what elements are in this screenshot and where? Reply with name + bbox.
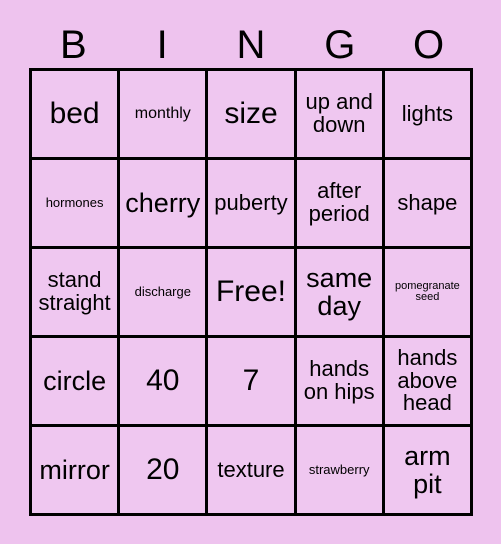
bingo-cell-label: 7	[242, 364, 260, 398]
bingo-cell-label: 40	[146, 364, 180, 398]
bingo-cell-label: bed	[49, 97, 100, 131]
bingo-cell-i4[interactable]: 40	[120, 338, 209, 427]
header-letter-o: O	[413, 23, 445, 67]
bingo-cell-label: shape	[397, 189, 458, 215]
header-letter-b: B	[60, 23, 87, 67]
bingo-cell-n5[interactable]: texture	[208, 427, 297, 516]
bingo-cell-i2[interactable]: cherry	[120, 160, 209, 249]
bingo-cell-g4[interactable]: hands on hips	[296, 338, 385, 427]
bingo-cell-b5[interactable]: mirror	[32, 427, 121, 516]
bingo-cell-i3[interactable]: discharge	[120, 249, 209, 338]
bingo-cell-label: hormones	[45, 195, 104, 211]
bingo-cell-label: texture	[217, 456, 285, 482]
bingo-cell-b3[interactable]: stand straight	[32, 249, 121, 338]
bingo-cell-b2[interactable]: hormones	[32, 160, 121, 249]
bingo-cell-label: up and down	[305, 89, 373, 137]
bingo-cell-label: hands above head	[397, 344, 458, 416]
bingo-cell-label: Free!	[215, 275, 286, 309]
bingo-header: B I N G O	[29, 22, 473, 68]
bingo-cell-label: puberty	[214, 189, 288, 215]
bingo-cell-label: monthly	[134, 104, 191, 122]
bingo-grid: bed monthly size up and down lights horm…	[29, 68, 473, 516]
bingo-cell-label: pomegranate seed	[394, 279, 460, 303]
bingo-cell-g2[interactable]: after period	[296, 160, 385, 249]
bingo-cell-i5[interactable]: 20	[120, 427, 209, 516]
bingo-cell-o5[interactable]: arm pit	[384, 427, 473, 516]
bingo-card: B I N G O bed monthly size up and down l…	[0, 0, 501, 544]
bingo-cell-label: after period	[308, 178, 370, 226]
header-letter-g: G	[324, 23, 356, 67]
bingo-cell-label: 20	[146, 453, 180, 487]
bingo-cell-label: size	[224, 97, 278, 131]
bingo-cell-o1[interactable]: lights	[384, 71, 473, 160]
bingo-cell-b1[interactable]: bed	[32, 71, 121, 160]
bingo-cell-label: arm pit	[404, 440, 451, 499]
bingo-cell-b4[interactable]: circle	[32, 338, 121, 427]
bingo-cell-o2[interactable]: shape	[384, 160, 473, 249]
bingo-cell-g3[interactable]: same day	[296, 249, 385, 338]
bingo-cell-n1[interactable]: size	[208, 71, 297, 160]
bingo-cell-label: cherry	[125, 187, 201, 218]
bingo-cell-label: circle	[43, 365, 107, 396]
header-letter-n: N	[236, 23, 266, 67]
bingo-cell-n2[interactable]: puberty	[208, 160, 297, 249]
header-letter-i: I	[156, 23, 168, 67]
bingo-cell-label: same day	[306, 262, 373, 321]
bingo-cell-o3[interactable]: pomegranate seed	[384, 249, 473, 338]
bingo-cell-label: discharge	[134, 284, 191, 300]
bingo-cell-i1[interactable]: monthly	[120, 71, 209, 160]
bingo-cell-label: mirror	[39, 454, 110, 485]
bingo-cell-label: hands on hips	[303, 356, 375, 404]
bingo-cell-label: lights	[401, 100, 454, 126]
bingo-cell-free-space[interactable]: Free!	[208, 249, 297, 338]
bingo-cell-label: strawberry	[308, 462, 370, 478]
bingo-cell-g1[interactable]: up and down	[296, 71, 385, 160]
bingo-cell-o4[interactable]: hands above head	[384, 338, 473, 427]
bingo-cell-n4[interactable]: 7	[208, 338, 297, 427]
bingo-cell-g5[interactable]: strawberry	[296, 427, 385, 516]
bingo-cell-label: stand straight	[38, 267, 111, 315]
